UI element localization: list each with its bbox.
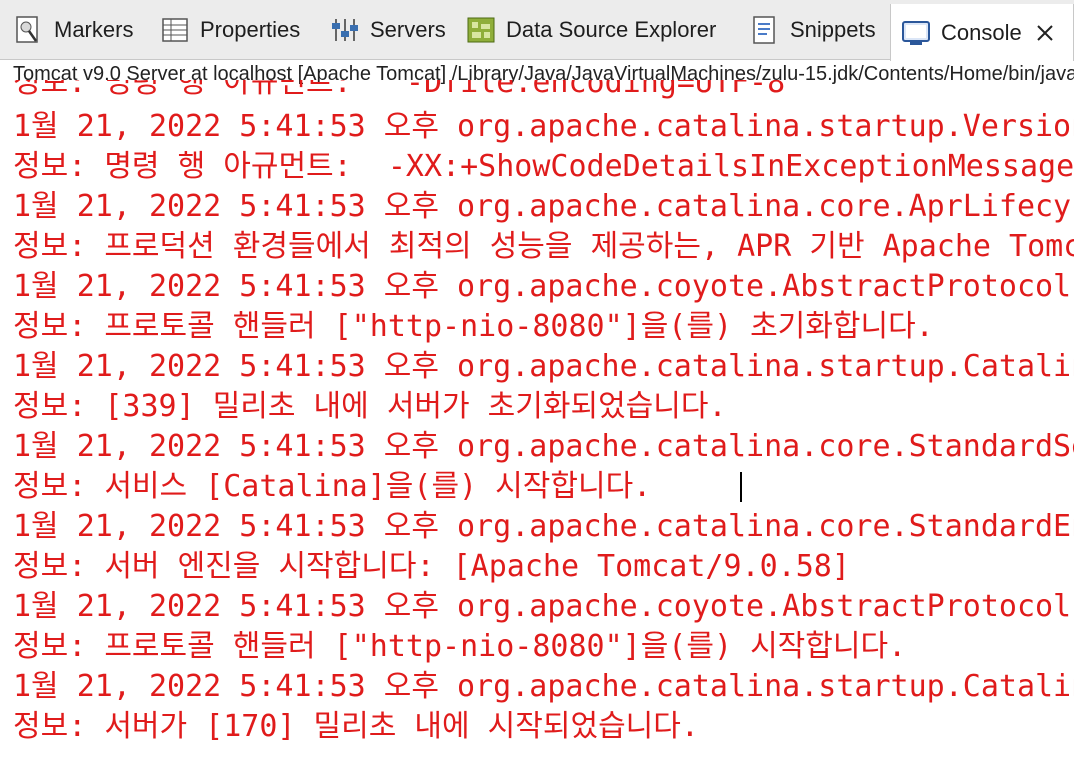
console-line: 정보: 프로토콜 핸들러 ["http-nio-8080"]을(를) 초기화합니… xyxy=(13,309,934,344)
console-line: 정보: 명령 행 아규먼트: -Dfile.encoding=UTF-8 xyxy=(13,80,786,100)
view-tab-bar: Markers Properties Servers Data Source E… xyxy=(0,0,1074,61)
properties-icon xyxy=(162,18,188,42)
tab-console[interactable]: Console xyxy=(890,4,1074,61)
servers-icon xyxy=(332,19,358,41)
tab-markers[interactable]: Markers xyxy=(14,8,133,52)
tab-label: Markers xyxy=(54,17,134,42)
tab-label: Data Source Explorer xyxy=(506,17,717,42)
console-line: 정보: 서버가 [170] 밀리초 내에 시작되었습니다. xyxy=(13,709,699,744)
console-line: 1월 21, 2022 5:41:53 오후 org.apache.catali… xyxy=(13,349,1074,384)
console-line: 정보: 서비스 [Catalina]을(를) 시작합니다. xyxy=(13,469,652,504)
tab-label: Snippets xyxy=(790,17,876,42)
markers-icon xyxy=(16,16,38,43)
console-line: 정보: 명령 행 아규먼트: -XX:+ShowCodeDetailsInExc… xyxy=(13,149,1074,184)
console-line: 정보: 프로덕션 환경들에서 최적의 성능을 제공하는, APR 기반 Apac… xyxy=(13,229,1074,264)
console-line: 정보: 서버 엔진을 시작합니다: [Apache Tomcat/9.0.58] xyxy=(13,549,850,584)
tab-properties[interactable]: Properties xyxy=(160,8,300,52)
console-output[interactable]: 정보: 명령 행 아규먼트: -Dfile.encoding=UTF-8 1월 … xyxy=(0,80,1074,770)
tab-label: Servers xyxy=(370,17,446,42)
snippets-icon xyxy=(753,16,775,44)
console-line: 1월 21, 2022 5:41:53 오후 org.apache.catali… xyxy=(13,109,1074,144)
text-caret xyxy=(740,472,742,502)
console-line: 정보: 프로토콜 핸들러 ["http-nio-8080"]을(를) 시작합니다… xyxy=(13,629,907,664)
console-line: 1월 21, 2022 5:41:53 오후 org.apache.coyote… xyxy=(13,589,1074,624)
tab-data-source-explorer[interactable]: Data Source Explorer xyxy=(466,8,716,52)
tab-label: Properties xyxy=(200,17,301,42)
console-line: 1월 21, 2022 5:41:53 오후 org.apache.coyote… xyxy=(13,269,1074,304)
close-icon[interactable] xyxy=(1034,22,1056,44)
tab-snippets[interactable]: Snippets xyxy=(750,8,876,52)
console-icon xyxy=(902,20,930,45)
tab-servers[interactable]: Servers xyxy=(330,8,446,52)
console-line: 1월 21, 2022 5:41:53 오후 org.apache.catali… xyxy=(13,189,1074,224)
database-icon xyxy=(467,17,495,43)
console-line: 정보: [339] 밀리초 내에 서버가 초기화되었습니다. xyxy=(13,389,727,424)
console-line: 1월 21, 2022 5:41:53 오후 org.apache.catali… xyxy=(13,669,1074,704)
console-line: 1월 21, 2022 5:41:53 오후 org.apache.catali… xyxy=(13,429,1074,464)
tab-label: Console xyxy=(941,19,1022,45)
console-line: 1월 21, 2022 5:41:53 오후 org.apache.catali… xyxy=(13,509,1074,544)
